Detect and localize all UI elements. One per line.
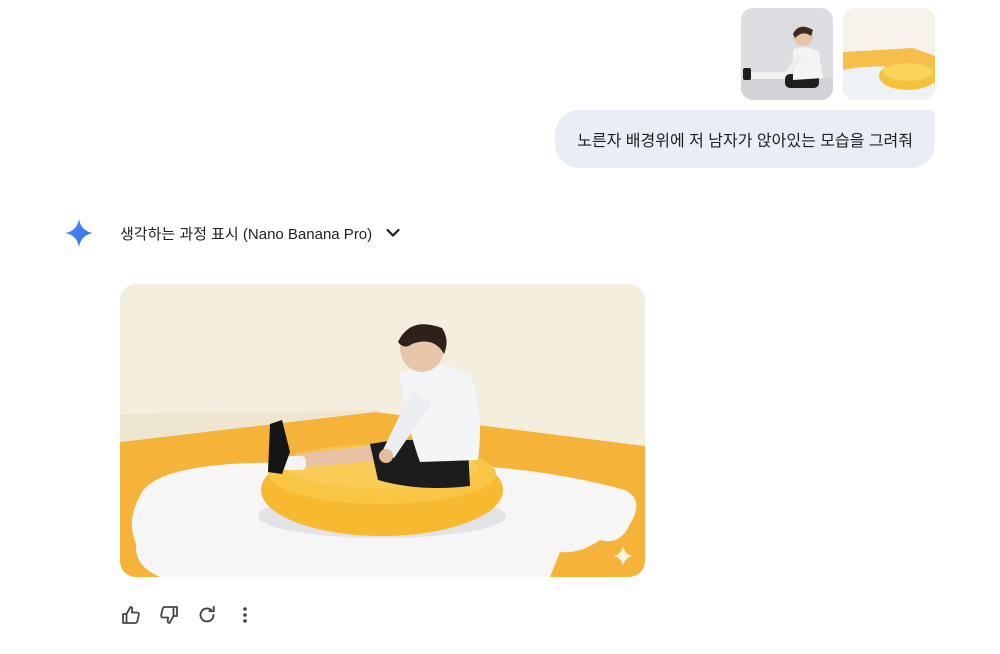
generated-image-man-on-egg-yolk — [120, 284, 645, 577]
response-actions — [118, 602, 258, 628]
model-response-header: 생각하는 과정 표시 (Nano Banana Pro) — [64, 218, 402, 248]
generated-image[interactable] — [120, 284, 645, 577]
user-message-text: 노른자 배경위에 저 남자가 앉아있는 모습을 그려줘 — [577, 133, 913, 150]
attached-photo-man-sitting — [741, 8, 833, 100]
thumbs-down-icon — [160, 606, 178, 624]
attachment-thumbnail-man[interactable] — [741, 8, 833, 100]
user-attachments — [741, 8, 935, 100]
more-options-icon — [243, 607, 247, 623]
attachment-thumbnail-cushion[interactable] — [843, 8, 935, 100]
show-thinking-toggle[interactable]: 생각하는 과정 표시 (Nano Banana Pro) — [120, 223, 402, 244]
bad-response-button[interactable] — [156, 602, 182, 628]
regenerate-icon — [199, 605, 215, 623]
chevron-down-icon — [386, 228, 400, 237]
user-message-bubble: 노른자 배경위에 저 남자가 앉아있는 모습을 그려줘 — [555, 110, 935, 168]
good-response-button[interactable] — [118, 602, 144, 628]
attached-photo-yellow-cushion — [843, 8, 935, 100]
show-thinking-label: 생각하는 과정 표시 (Nano Banana Pro) — [120, 225, 373, 243]
thumbs-up-icon — [122, 606, 140, 624]
more-options-button[interactable] — [232, 602, 258, 628]
chat-page: 노른자 배경위에 저 남자가 앉아있는 모습을 그려줘 생각하는 과정 표시 (… — [0, 0, 1000, 654]
gemini-sparkle-icon — [65, 219, 93, 247]
regenerate-button[interactable] — [194, 602, 220, 628]
